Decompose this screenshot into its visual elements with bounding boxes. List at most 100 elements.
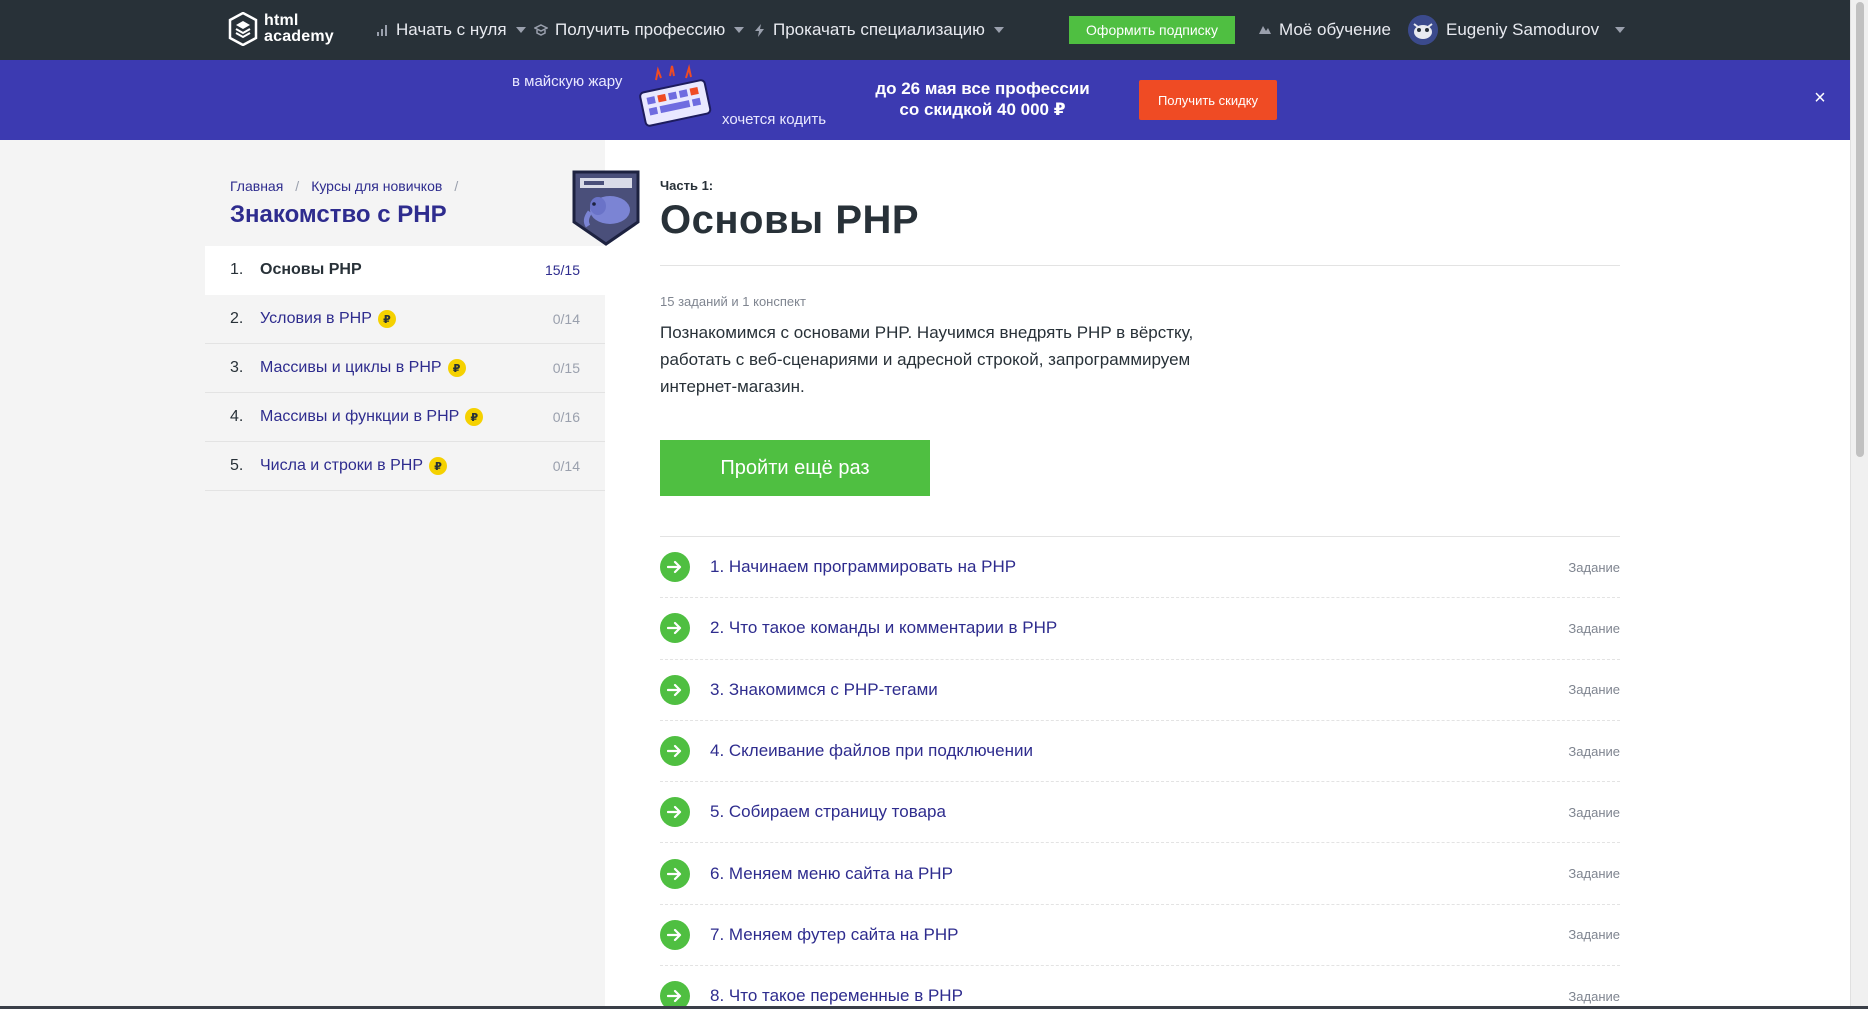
arrow-right-icon <box>660 981 690 1009</box>
task-item[interactable]: 3. Знакомимся с PHP-тегами Задание <box>660 660 1620 721</box>
nav-level-up-specialization[interactable]: Прокачать специализацию <box>752 0 1004 60</box>
promo-headline: до 26 мая все профессии со скидкой 40 00… <box>870 78 1095 120</box>
task-type: Задание <box>1568 927 1620 943</box>
ruble-coin-icon: ₽ <box>377 310 396 328</box>
top-navigation: html academy Начать с нуля Получить проф… <box>0 0 1850 60</box>
task-label: 4. Склеивание файлов при подключении <box>710 741 1033 761</box>
chapter-number: 2. <box>230 310 244 327</box>
chapter-description: Познакомимся с основами PHP. Научимся вн… <box>660 323 1194 396</box>
breadcrumb: Главная / Курсы для новичков / <box>230 178 470 194</box>
task-type: Задание <box>1568 988 1620 1004</box>
get-discount-button[interactable]: Получить скидку <box>1139 80 1277 120</box>
bar-chart-icon <box>375 23 389 37</box>
chapter-label: Основы PHP <box>260 261 362 278</box>
my-learning-icon <box>1258 24 1272 36</box>
promo-headline-line-1: до 26 мая все профессии <box>875 79 1090 98</box>
arrow-right-icon <box>660 919 690 950</box>
page-scrollbar[interactable] <box>1850 0 1868 1009</box>
page-title: Основы PHP <box>660 198 920 242</box>
breadcrumb-beginner-courses[interactable]: Курсы для новичков <box>311 178 442 194</box>
part-label: Часть 1: <box>660 178 714 193</box>
chapter-label: Массивы и функции в PHP <box>260 408 460 425</box>
task-item[interactable]: 5. Собираем страницу товара Задание <box>660 782 1620 844</box>
chapter-progress: 0/14 <box>552 311 580 327</box>
chapter-label: Массивы и циклы в PHP <box>260 359 442 376</box>
ruble-coin-icon: ₽ <box>447 359 466 377</box>
subscribe-button[interactable]: Оформить подписку <box>1069 16 1235 44</box>
keyboard-illustration-icon <box>639 64 712 127</box>
chapter-item[interactable]: 1. Основы PHP 15/15 <box>205 246 605 295</box>
user-menu[interactable]: Eugeniy Samodurov <box>1408 0 1626 60</box>
task-list: 1. Начинаем программировать на PHP Задани… <box>660 537 1620 1009</box>
breadcrumb-separator: / <box>295 178 300 194</box>
chapter-list: 1. Основы PHP 15/15 2. Условия в PHP ₽0/14 3. М… <box>205 246 605 491</box>
page: html academy Начать с нуля Получить проф… <box>0 0 1868 1009</box>
logo-line-2: academy <box>264 28 334 45</box>
task-label: 6. Меняем меню сайта на PHP <box>710 863 953 883</box>
task-label: 7. Меняем футер сайта на PHP <box>710 924 959 944</box>
chevron-down-icon <box>1615 27 1626 33</box>
arrow-right-icon <box>660 797 690 828</box>
nav-label: Прокачать специализацию <box>773 20 985 39</box>
task-type: Задание <box>1568 743 1620 759</box>
task-label: 1. Начинаем программировать на PHP <box>710 557 1017 577</box>
chapter-progress: 0/14 <box>552 458 580 474</box>
chevron-down-icon <box>515 27 526 33</box>
promo-text-bottom: хочется кодить <box>722 111 827 128</box>
chapter-label: Условия в PHP <box>260 310 372 327</box>
nav-label: Получить профессию <box>555 20 726 39</box>
chapter-number: 4. <box>230 408 244 425</box>
nav-start-from-zero[interactable]: Начать с нуля <box>375 0 526 60</box>
title-divider <box>660 265 1620 266</box>
chapter-item[interactable]: 5. Числа и строки в PHP ₽0/14 <box>205 442 605 491</box>
task-item[interactable]: 8. Что такое переменные в PHP Задание <box>660 966 1620 1009</box>
logo-text: html academy <box>264 13 334 45</box>
task-label: 3. Знакомимся с PHP-тегами <box>710 679 938 699</box>
task-type: Задание <box>1568 866 1620 882</box>
breadcrumb-home[interactable]: Главная <box>230 178 283 194</box>
avatar <box>1408 15 1438 45</box>
my-learning-link[interactable]: Моё обучение <box>1258 0 1391 60</box>
chevron-down-icon <box>993 27 1004 33</box>
breadcrumb-separator: / <box>454 178 459 194</box>
task-item[interactable]: 1. Начинаем программировать на PHP Задани… <box>660 537 1620 599</box>
chapter-progress: 15/15 <box>544 262 580 278</box>
lightning-icon <box>752 23 766 37</box>
task-type: Задание <box>1568 559 1620 575</box>
ruble-coin-icon: ₽ <box>465 408 484 426</box>
close-icon[interactable]: × <box>1810 88 1830 108</box>
chapter-item[interactable]: 4. Массивы и функции в PHP ₽0/16 <box>205 393 605 442</box>
chapter-label: Числа и строки в PHP <box>260 457 424 474</box>
graduation-cap-icon <box>534 23 548 37</box>
chapter-number: 5. <box>230 457 244 474</box>
logo-line-1: html <box>264 12 299 29</box>
promo-headline-line-2: со скидкой 40 000 ₽ <box>899 100 1066 119</box>
task-item[interactable]: 2. Что такое команды и комментарии в PHP… <box>660 598 1620 660</box>
ruble-coin-icon: ₽ <box>429 457 448 475</box>
nav-get-profession[interactable]: Получить профессию <box>534 0 745 60</box>
nav-label: Начать с нуля <box>396 20 507 39</box>
arrow-right-icon <box>660 674 690 705</box>
course-title: Знакомство с PHP <box>230 201 447 228</box>
arrow-right-icon <box>660 736 690 767</box>
chapter-meta: 15 заданий и 1 конспект <box>660 294 806 309</box>
chapter-item[interactable]: 2. Условия в PHP ₽0/14 <box>205 295 605 344</box>
logo[interactable]: html academy <box>228 12 334 46</box>
user-name: Eugeniy Samodurov <box>1446 20 1600 39</box>
chapter-number: 3. <box>230 359 244 376</box>
chapter-item[interactable]: 3. Массивы и циклы в PHP ₽0/15 <box>205 344 605 393</box>
task-item[interactable]: 6. Меняем меню сайта на PHP Задание <box>660 843 1620 905</box>
task-type: Задание <box>1568 804 1620 820</box>
chevron-down-icon <box>734 27 745 33</box>
retry-button[interactable]: Пройти ещё раз <box>660 440 930 496</box>
arrow-right-icon <box>660 858 690 889</box>
arrow-right-icon <box>660 552 690 583</box>
task-label: 5. Собираем страницу товара <box>710 802 946 822</box>
task-item[interactable]: 7. Меняем футер сайта на PHP Задание <box>660 905 1620 967</box>
promo-text-top: в майскую жару <box>512 73 623 90</box>
academy-logo-icon <box>228 12 258 46</box>
task-item[interactable]: 4. Склеивание файлов при подключении Зада… <box>660 721 1620 783</box>
scrollbar-thumb[interactable] <box>1856 2 1864 457</box>
chapter-progress: 0/16 <box>552 409 580 425</box>
chapter-progress: 0/15 <box>552 360 580 376</box>
